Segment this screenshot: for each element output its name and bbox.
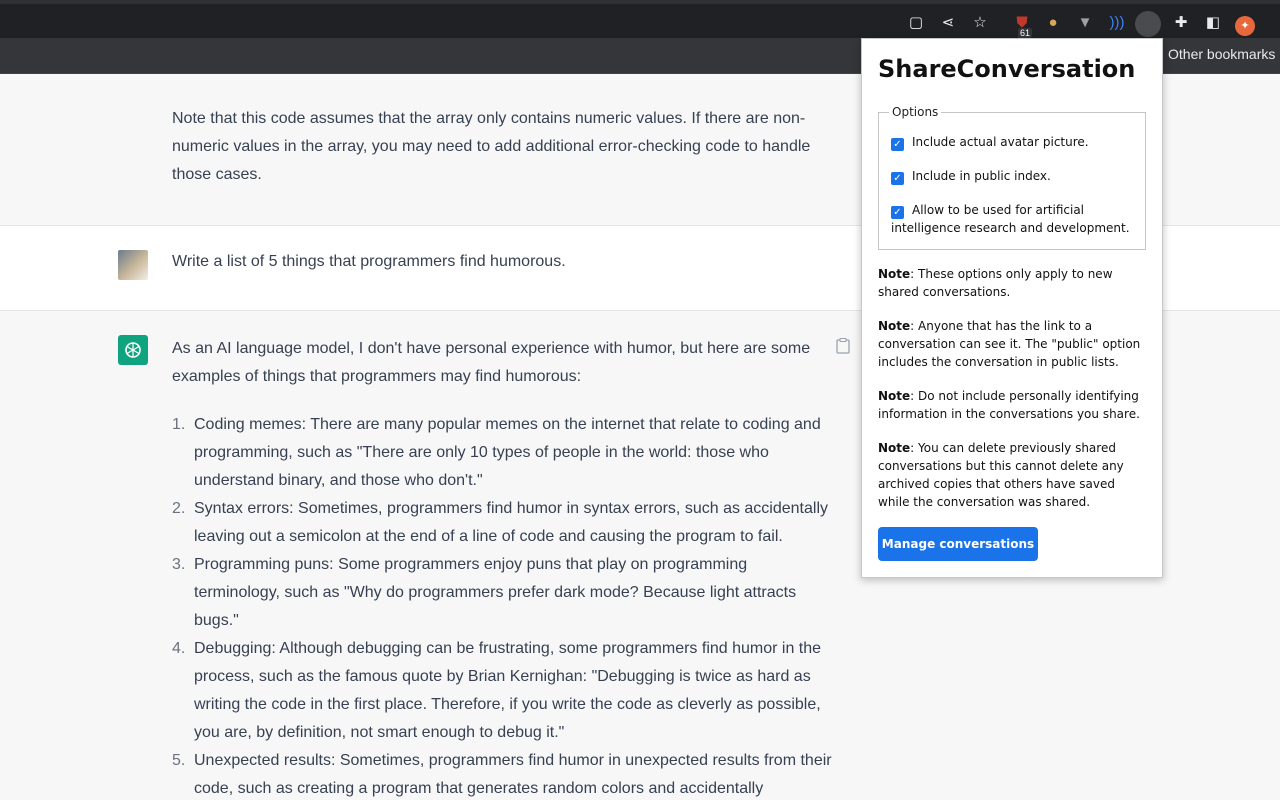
shareconversation-icon[interactable] <box>1135 11 1161 37</box>
checkbox-avatar[interactable]: ✓ <box>891 138 904 151</box>
checkbox-ai-research[interactable]: ✓ <box>891 206 904 219</box>
option-ai-research[interactable]: ✓ Allow to be used for artificial intelli… <box>891 201 1141 237</box>
vuejs-icon[interactable]: ▼ <box>1075 13 1095 33</box>
user-avatar <box>118 250 148 280</box>
browser-toolbar: ▢ ⋖ ☆ ⛊ 61 ● ▼ ))) ✚ ◧ ✦ <box>0 0 1280 38</box>
assistant-intro: As an AI language model, I don't have pe… <box>172 340 811 385</box>
options-legend: Options <box>889 105 942 119</box>
options-fieldset: Options ✓ Include actual avatar picture. … <box>878 105 1146 250</box>
puzzle-icon[interactable]: ✚ <box>1171 13 1191 33</box>
share-conversation-popup: ShareConversation Options ✓ Include actua… <box>861 38 1163 578</box>
popup-title: ShareConversation <box>878 55 1136 83</box>
manage-conversations-button[interactable]: Manage conversations <box>878 527 1038 561</box>
list-item: 3. Programming puns: Some programmers enj… <box>172 556 797 629</box>
cookie-icon[interactable]: ● <box>1043 13 1063 33</box>
clipboard-icon[interactable]: ▢ <box>906 13 926 33</box>
wave-icon[interactable]: ))) <box>1107 13 1127 33</box>
chatgpt-logo-icon <box>118 335 148 365</box>
note-4: Note: You can delete previously shared c… <box>878 441 1124 509</box>
checkbox-public-index[interactable]: ✓ <box>891 172 904 185</box>
copy-icon[interactable] <box>836 337 852 356</box>
extension-badge: 61 <box>1018 28 1033 38</box>
note-3: Note: Do not include personally identify… <box>878 389 1140 421</box>
note-1: Note: These options only apply to new sh… <box>878 267 1113 299</box>
sidepanel-icon[interactable]: ◧ <box>1203 13 1223 33</box>
prev-answer-text: Note that this code assumes that the arr… <box>172 110 811 183</box>
star-icon[interactable]: ☆ <box>970 13 990 33</box>
share-icon[interactable]: ⋖ <box>938 13 958 33</box>
list-item: 4. Debugging: Although debugging can be f… <box>172 640 822 741</box>
note-2: Note: Anyone that has the link to a conv… <box>878 319 1141 369</box>
option-avatar[interactable]: ✓ Include actual avatar picture. <box>891 133 1141 151</box>
list-item: 5. Unexpected results: Sometimes, program… <box>172 752 832 797</box>
user-prompt: Write a list of 5 things that programmer… <box>172 253 566 270</box>
list-item: 2. Syntax errors: Sometimes, programmers … <box>172 500 829 545</box>
humor-list: 1. Coding memes: There are many popular m… <box>172 411 832 800</box>
profile-avatar[interactable]: ✦ <box>1235 16 1255 36</box>
list-item: 1. Coding memes: There are many popular m… <box>172 416 821 489</box>
option-public-index[interactable]: ✓ Include in public index. <box>891 167 1141 185</box>
bookmark-other[interactable]: Other bookmarks <box>1168 46 1275 62</box>
